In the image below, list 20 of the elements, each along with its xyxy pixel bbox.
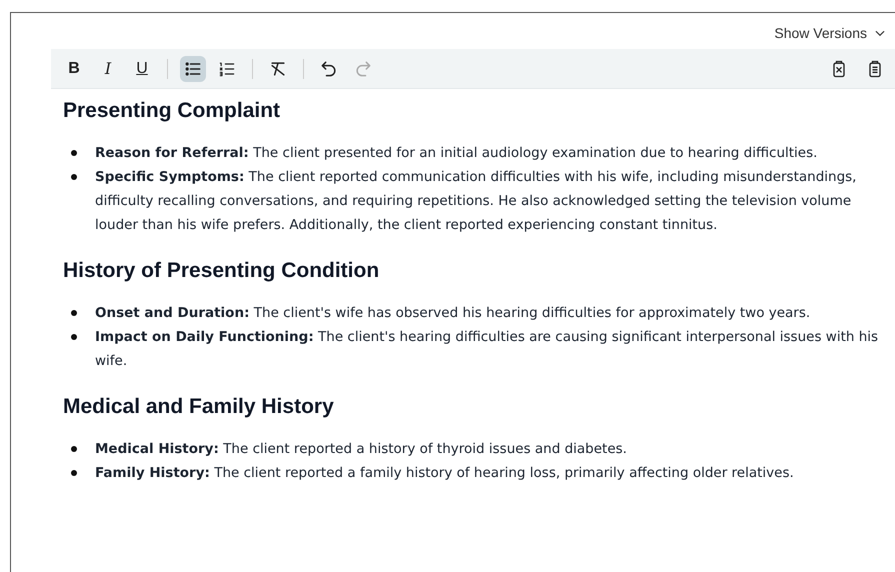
list-item-text: Specific Symptoms: The client reported communication difficulties with his wife, including misunderstandings, difficulty recalling conversations, and requiring repetitions. He also acknowledged setting the television volume louder than his wife prefers. Additionally, the client reported experiencing constant tinnitus. (95, 168, 858, 235)
underline-button[interactable]: U (129, 56, 155, 82)
list-item-text: Reason for Referral: The client presented for an initial audiology examination due to hearing difficulties. (95, 144, 818, 163)
section-heading: Medical and Family History (63, 394, 335, 420)
list-item-text: Onset and Duration: The client's wife has observed his hearing difficulties for approximately two years. (95, 304, 810, 323)
bullet-icon (71, 150, 77, 156)
italic-button[interactable]: I (95, 56, 121, 82)
section-heading: History of Presenting Condition (63, 258, 380, 284)
bullet-icon (71, 174, 77, 180)
bold-button[interactable]: B (61, 56, 87, 82)
bullet-list-button[interactable] (180, 56, 206, 82)
bullet-icon (71, 310, 77, 316)
show-versions-button[interactable]: Show Versions (774, 17, 887, 49)
list-item-text: Impact on Daily Functioning: The client's hearing difficulties are causing significant interpersonal issues with his wife. (95, 328, 880, 371)
bullet-icon (71, 334, 77, 340)
bullet-icon (71, 470, 77, 476)
bullet-icon (71, 446, 77, 452)
section-heading: Presenting Complaint (63, 98, 282, 124)
list-item-text: Family History: The client reported a family history of hearing loss, primarily affecting older relatives. (95, 464, 794, 483)
list-item-text: Medical History: The client reported a history of thyroid issues and diabetes. (95, 440, 627, 459)
